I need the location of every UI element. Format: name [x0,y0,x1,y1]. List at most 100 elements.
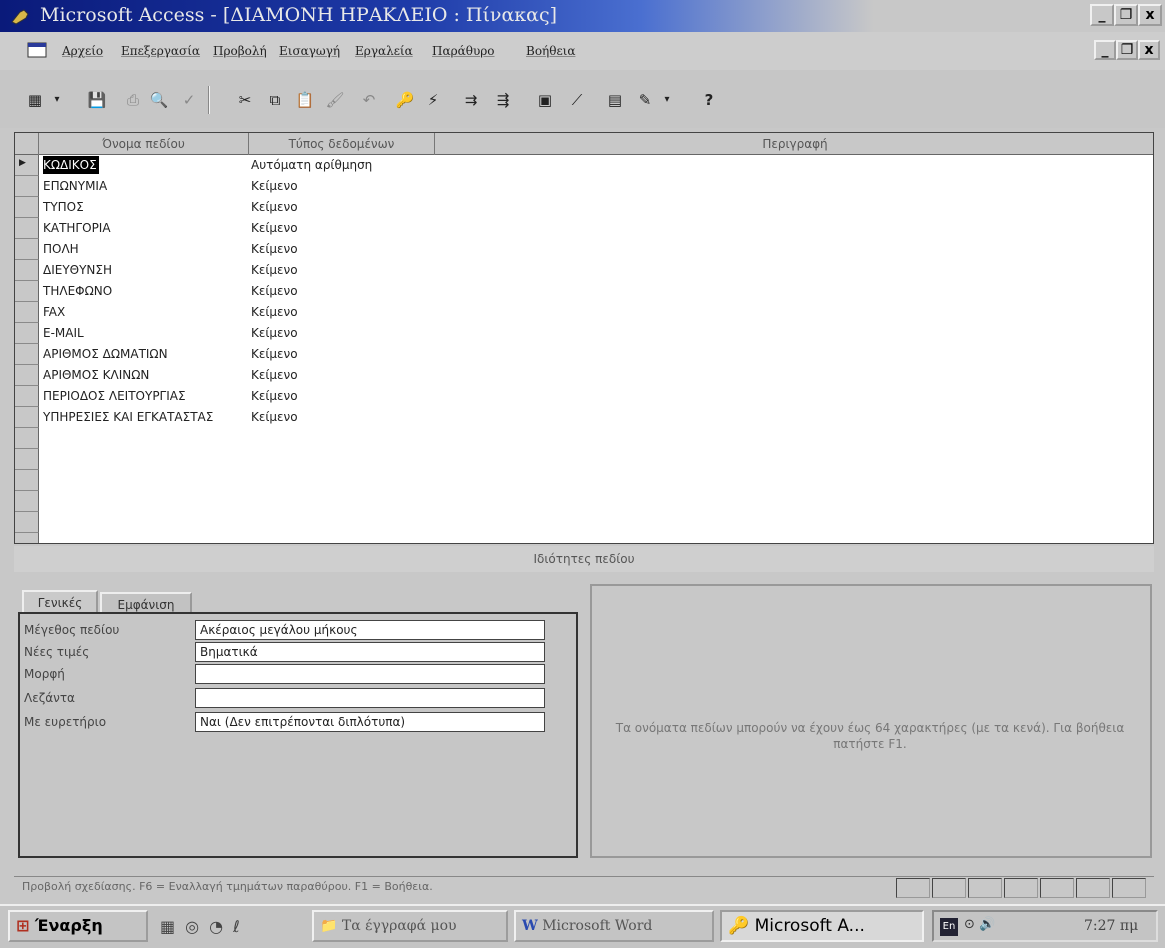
data-type-cell[interactable]: Κείμενο [251,177,435,195]
data-type-cell[interactable]: Κείμενο [251,198,435,216]
save-icon[interactable]: 💾 [84,88,110,112]
row-selector[interactable] [15,470,39,491]
row-selector[interactable] [15,197,39,218]
data-type-cell[interactable]: Κείμενο [251,387,435,405]
doc-close-button[interactable]: x [1138,40,1160,60]
row-selector[interactable] [15,386,39,407]
data-type-cell[interactable]: Κείμενο [251,282,435,300]
field-name-cell[interactable]: ΑΡΙΘΜΟΣ ΔΩΜΑΤΙΩΝ [43,345,249,363]
row-selector[interactable] [15,491,39,512]
row-selector[interactable] [15,344,39,365]
menu-insert[interactable]: Εισαγωγή [279,44,340,58]
outlook-icon[interactable]: ◔ [209,917,233,936]
primary-key-icon[interactable]: 🔑 [392,88,418,112]
row-selector[interactable] [15,407,39,428]
row-selector[interactable] [15,176,39,197]
field-name-cell[interactable]: ΤΥΠΟΣ [43,198,249,216]
data-type-cell[interactable]: Κείμενο [251,345,435,363]
field-name-cell[interactable]: ΠΟΛΗ [43,240,249,258]
database-window-icon[interactable]: ▤ [602,88,628,112]
undo-icon[interactable]: ↶ [356,88,382,112]
print-icon[interactable]: ⎙ [120,88,146,112]
taskbar-access[interactable]: 🔑 Microsoft A... [720,910,924,942]
table-window-icon[interactable] [26,40,48,60]
caption-input[interactable] [195,688,545,708]
data-type-cell[interactable]: Κείμενο [251,408,435,426]
field-name-cell[interactable]: FAX [43,303,249,321]
menu-help[interactable]: Βοήθεια [526,44,575,58]
copy-icon[interactable]: ⧉ [262,88,288,112]
field-name-cell[interactable]: ΕΠΩΝΥΜΙΑ [43,177,249,195]
row-selector[interactable] [15,239,39,260]
row-selector[interactable] [15,533,39,543]
row-selector[interactable] [15,512,39,533]
row-selector[interactable]: ▶ [15,155,39,176]
row-selector[interactable] [15,449,39,470]
channels-icon[interactable]: ℓ [233,917,250,936]
new-values-input[interactable]: Βηματικά [195,642,545,662]
row-selector[interactable] [15,365,39,386]
doc-minimize-button[interactable]: _ [1094,40,1116,60]
start-button[interactable]: ⊞ Έναρξη [8,910,148,942]
maximize-button[interactable]: ❐ [1114,4,1138,26]
row-selector[interactable] [15,260,39,281]
column-header-data-type[interactable]: Τύπος δεδομένων [249,133,435,155]
spelling-icon[interactable]: ✓ [176,88,202,112]
tray-icons[interactable]: ⊙ 🔊 [964,917,995,932]
view-icon[interactable]: ▦ [22,88,48,112]
indexes-icon[interactable]: ⚡ [420,88,446,112]
browser-icon[interactable]: ◎ [185,917,209,936]
build-icon[interactable]: ⟋ [564,88,590,112]
delete-rows-icon[interactable]: ⇶ [490,88,516,112]
field-name-cell[interactable]: ΔΙΕΥΘΥΝΣΗ [43,261,249,279]
tab-general[interactable]: Γενικές [22,590,98,614]
row-selector[interactable] [15,218,39,239]
row-selector[interactable] [15,428,39,449]
data-type-cell[interactable]: Κείμενο [251,261,435,279]
indexed-input[interactable]: Ναι (Δεν επιτρέπονται διπλότυπα) [195,712,545,732]
taskbar-my-documents[interactable]: 📁 Τα έγγραφά μου [312,910,508,942]
data-type-cell[interactable]: Κείμενο [251,366,435,384]
menu-edit[interactable]: Επεξεργασία [121,44,200,58]
row-selector[interactable] [15,323,39,344]
properties-icon[interactable]: ▣ [532,88,558,112]
new-object-icon[interactable]: ✎ [632,88,658,112]
minimize-button[interactable]: _ [1090,4,1114,26]
paste-icon[interactable]: 📋 [292,88,318,112]
format-input[interactable] [195,664,545,684]
view-dropdown-icon[interactable]: ▾ [50,88,64,112]
field-name-cell[interactable]: ΤΗΛΕΦΩΝΟ [43,282,249,300]
field-name-cell[interactable]: ΚΑΤΗΓΟΡΙΑ [43,219,249,237]
new-object-dropdown-icon[interactable]: ▾ [660,88,674,112]
field-name-cell[interactable]: E-MAIL [43,324,249,342]
column-header-field-name[interactable]: Όνομα πεδίου [39,133,249,155]
close-button[interactable]: x [1138,4,1162,26]
doc-maximize-button[interactable]: ❐ [1116,40,1138,60]
data-type-cell[interactable]: Κείμενο [251,240,435,258]
row-selector[interactable] [15,281,39,302]
column-header-description[interactable]: Περιγραφή [435,133,1153,155]
desktop-icon[interactable]: ▦ [160,917,185,936]
menu-tools[interactable]: Εργαλεία [355,44,413,58]
taskbar-word[interactable]: W Microsoft Word [514,910,714,942]
data-type-cell[interactable]: Κείμενο [251,303,435,321]
tab-lookup[interactable]: Εμφάνιση [100,592,192,614]
field-name-cell[interactable]: ΠΕΡΙΟΔΟΣ ΛΕΙΤΟΥΡΓΙΑΣ [43,387,249,405]
field-name-cell[interactable]: ΑΡΙΘΜΟΣ ΚΛΙΝΩΝ [43,366,249,384]
data-type-cell[interactable]: Αυτόματη αρίθμηση [251,156,435,174]
menu-window[interactable]: Παράθυρο [432,44,495,58]
help-icon[interactable]: ? [696,88,722,112]
insert-rows-icon[interactable]: ⇉ [458,88,484,112]
cut-icon[interactable]: ✂ [232,88,258,112]
field-name-cell[interactable]: ΚΩΔΙΚΟΣ [43,156,99,174]
menu-file[interactable]: Αρχείο [62,44,103,58]
format-painter-icon[interactable]: 🖌 [322,88,348,112]
language-indicator[interactable]: En [940,918,958,936]
data-type-cell[interactable]: Κείμενο [251,219,435,237]
field-name-cell[interactable]: ΥΠΗΡΕΣΙΕΣ ΚΑΙ ΕΓΚΑΤΑΣΤΑΣ [43,408,249,426]
row-selector[interactable] [15,302,39,323]
data-type-cell[interactable]: Κείμενο [251,324,435,342]
print-preview-icon[interactable]: 🔍 [146,88,172,112]
menu-view[interactable]: Προβολή [213,44,267,58]
field-size-input[interactable]: Ακέραιος μεγάλου μήκους [195,620,545,640]
